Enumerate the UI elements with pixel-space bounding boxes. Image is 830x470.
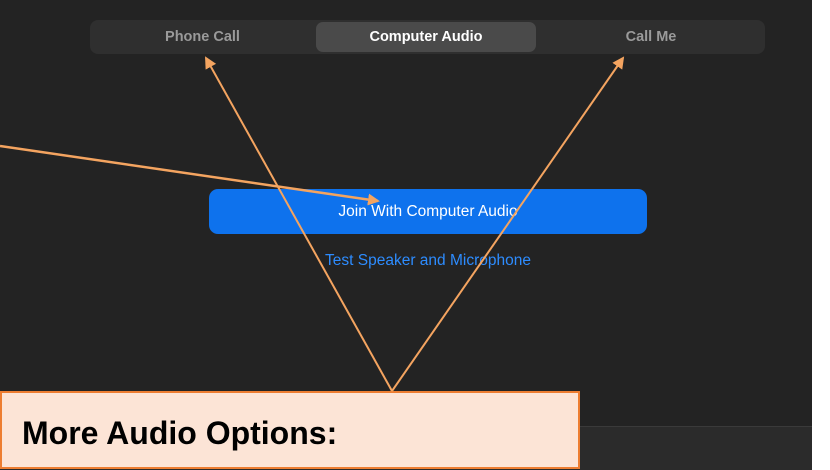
window-edge (812, 0, 830, 469)
join-computer-audio-button[interactable]: Join With Computer Audio (209, 189, 647, 234)
callout-title: More Audio Options: (22, 415, 338, 451)
test-speaker-microphone-link[interactable]: Test Speaker and Microphone (209, 252, 647, 270)
annotation-callout-box: More Audio Options: (0, 391, 580, 469)
tab-call-me[interactable]: Call Me (537, 20, 765, 54)
tab-computer-audio[interactable]: Computer Audio (316, 22, 536, 52)
audio-tab-bar: Phone Call Computer Audio Call Me (90, 20, 765, 54)
tab-phone-call[interactable]: Phone Call (90, 20, 315, 54)
